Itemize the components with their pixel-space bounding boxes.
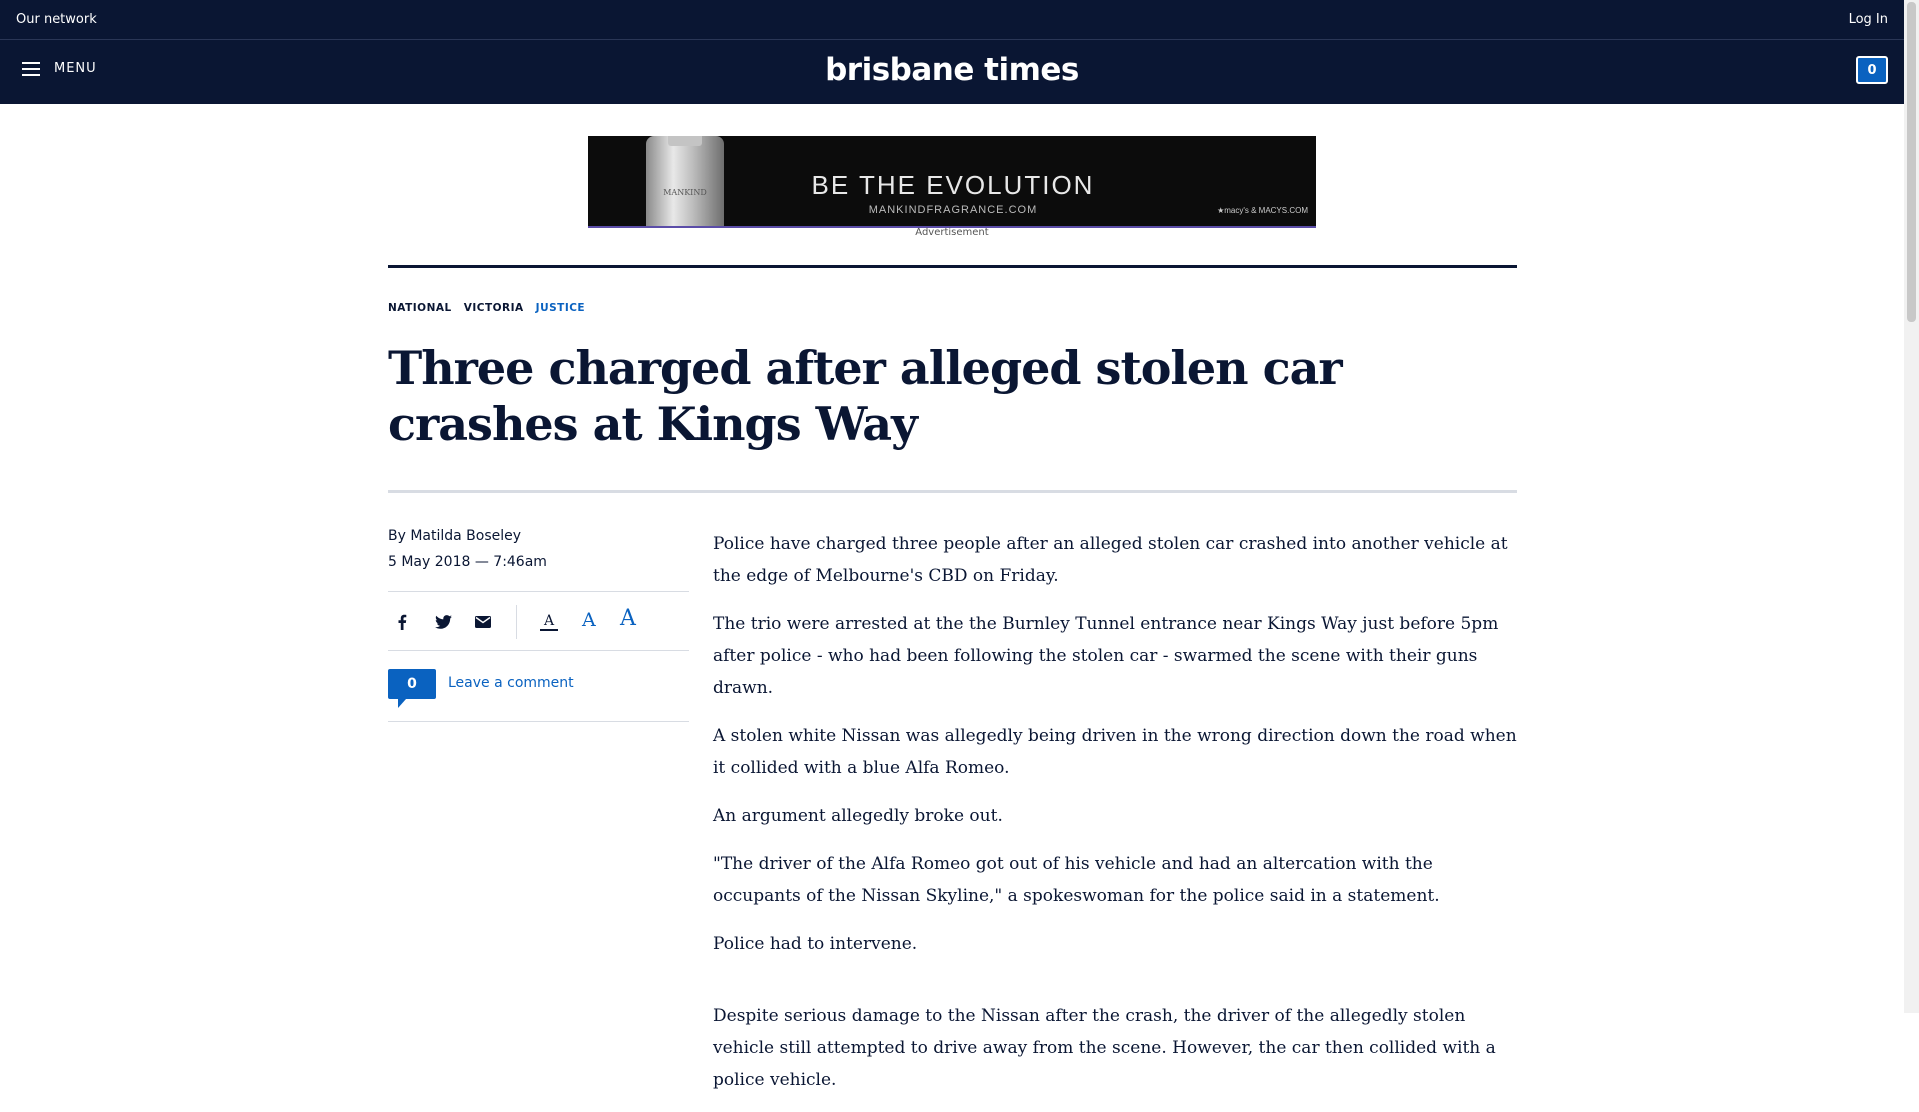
article-headline: Three charged after alleged stolen car c… [388,341,1343,451]
paragraph: An argument allegedly broke out. [713,806,1003,826]
site-header: MENU brisbane times 0 [0,40,1904,104]
font-size-small-button[interactable]: A [540,613,559,631]
page-scrollbar[interactable] [1904,0,1919,1013]
bottle-brand-text: MANKIND [663,188,707,197]
byline-prefix: By [388,528,406,544]
publish-date: 5 May 2018 — 7:46am [388,554,547,570]
ad-partner-text: ★macy's & MACYS.COM [1217,206,1308,215]
author-link[interactable]: Matilda Boseley [410,528,521,544]
font-size-large-button[interactable]: A [620,606,636,631]
twitter-icon[interactable] [432,611,454,633]
comment-divider [388,721,689,722]
ad-site-url: MANKINDFRAGRANCE.COM [868,204,1038,216]
comment-count-bubble[interactable]: 0 [388,669,436,708]
article-body: Police have charged three people after a… [713,528,1519,1112]
our-network-link[interactable]: Our network [16,12,97,27]
meta-divider [388,591,689,592]
paragraph: The trio were arrested at the the Burnle… [713,614,1499,698]
share-toolbar: A A A [388,605,689,641]
tag-justice[interactable]: JUSTICE [536,302,585,314]
leave-comment-link[interactable]: Leave a comment [448,675,574,691]
share-divider-bottom [388,650,689,651]
fragrance-bottle-image: MANKIND [646,136,724,226]
paragraph: Police have charged three people after a… [713,534,1508,586]
ad-headline: BE THE EVOLUTION [811,170,1095,200]
byline: By Matilda Boseley [388,528,521,544]
email-icon[interactable] [472,611,494,633]
scrollbar-thumb[interactable] [1907,2,1916,322]
article-tags: NATIONAL VICTORIA JUSTICE [388,302,585,314]
top-utility-bar: Our network Log In [0,0,1904,40]
font-size-medium-button[interactable]: A [582,609,596,631]
tag-victoria[interactable]: VICTORIA [464,302,524,314]
paragraph: Police had to intervene. [713,934,918,954]
paragraph: "The driver of the Alfa Romeo got out of… [713,854,1440,906]
login-link[interactable]: Log In [1849,12,1888,27]
advertisement-label: Advertisement [915,227,989,238]
paragraph: Despite serious damage to the Nissan aft… [713,1006,1496,1090]
tag-national[interactable]: NATIONAL [388,302,452,314]
headline-divider [388,490,1517,493]
facebook-icon[interactable] [391,611,413,633]
header-comment-count-button[interactable]: 0 [1856,56,1888,84]
advertisement-banner[interactable]: MANKIND BE THE EVOLUTION MANKINDFRAGRANC… [588,136,1316,228]
paragraph: A stolen white Nissan was allegedly bein… [713,726,1517,778]
share-divider [516,605,517,639]
site-logo[interactable]: brisbane times [0,52,1904,88]
section-divider [388,265,1517,268]
